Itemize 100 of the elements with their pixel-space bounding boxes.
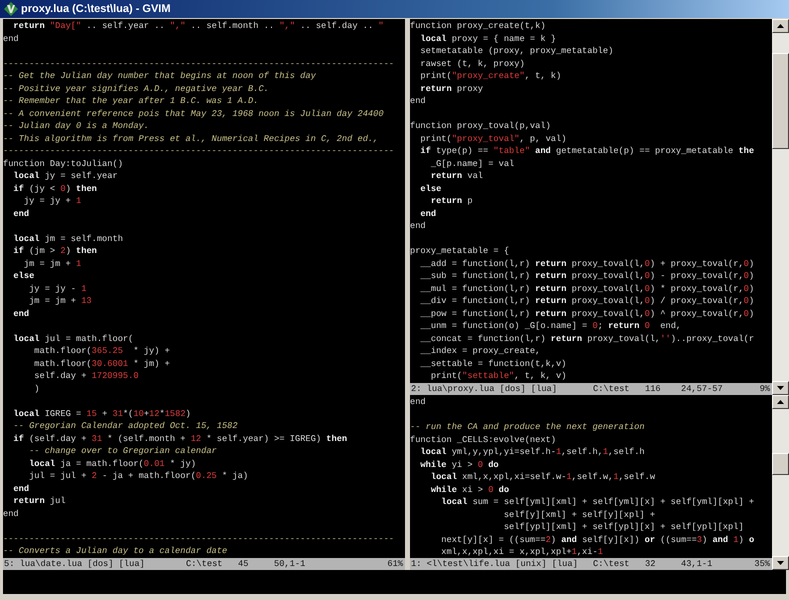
- cursor-position: 43,1-1: [681, 559, 714, 569]
- code-line: end: [410, 95, 426, 108]
- code-line: local sum = self[yml][xml] + self[yml][x] + self[yml][xpl] +: [440, 496, 754, 508]
- code-line: local jm = self.month: [12, 232, 123, 245]
- code-line: -- Remember that the year after 1 B.C. was 1 A.D.: [3, 95, 258, 108]
- code-line: while xi > 0 do: [430, 484, 510, 496]
- code-line: function proxy_create(t,k): [410, 20, 546, 32]
- code-line: print("proxy_create", t, k): [419, 70, 562, 82]
- code-line: while yi > 0 do: [419, 458, 499, 471]
- code-line: math.floor(365.25 * jy) +: [33, 345, 170, 358]
- scroll-percent: 35%: [754, 559, 771, 569]
- code-line: end: [3, 508, 19, 520]
- code-line: return "Day[" .. self.year .. "," .. self.month .. "," .. self.day .. ": [12, 20, 384, 32]
- code-line: jm = jm + 1: [22, 258, 82, 270]
- scroll-up-button[interactable]: [772, 19, 789, 33]
- code-line: local ja = math.floor(0.01 * jy): [28, 458, 196, 470]
- code-line: -- Gregorian Calendar adopted Oct. 15, 1582: [12, 420, 238, 432]
- code-line: __pow = function(l,r) return proxy_toval(l,0) ^ proxy_toval(r,0): [419, 308, 754, 320]
- code-line: ---------------------------------------------------------------------------: [3, 58, 394, 70]
- code-line: self.day + 1720995.0: [33, 370, 139, 382]
- code-line: jy = jy + 1: [22, 195, 82, 208]
- scroll-down-button[interactable]: [772, 556, 789, 570]
- code-line: next[y][x] = ((sum==2) and self[y][x]) or ((sum==3) and 1) o: [440, 534, 754, 546]
- code-line: ---------------------------------------------------------------------------: [3, 145, 394, 158]
- code-line: jul = jul + 2 - ja + math.floor(0.25 * ja): [28, 470, 248, 482]
- scroll-percent: 61%: [387, 559, 404, 569]
- scroll-up-button[interactable]: [772, 395, 789, 409]
- code-line: end: [12, 308, 30, 320]
- code-line: __add = function(l,r) return proxy_toval(l,0) + proxy_toval(r,0): [419, 258, 754, 270]
- code-line: __index = proxy_create,: [419, 345, 540, 358]
- code-line: if (jy < 0) then: [12, 182, 97, 195]
- code-line: __settable = function(t,k,v): [419, 358, 566, 370]
- code-line: print("settable", t, k, v): [430, 370, 566, 382]
- file-name: 1: <l\test\life.lua [unix] [lua]: [411, 559, 579, 569]
- scrollbar-thumb[interactable]: [772, 53, 789, 149]
- code-line: -- change over to Gregorian calendar: [28, 445, 217, 458]
- code-line: xml,x,xpl,xi = x,xpl,xpl+1,xi-1: [440, 546, 603, 558]
- code-line: else: [12, 270, 34, 282]
- app-icon: [4, 2, 18, 16]
- code-line: self[ypl][xml] + self[ypl][x] + self[ypl][xpl]: [502, 521, 744, 534]
- code-line: -- Julian day 0 is a Monday.: [3, 120, 149, 132]
- up-arrow-icon: [777, 400, 784, 404]
- code-line: _G[p.name] = val: [430, 158, 514, 170]
- file-name: 5: lua\date.lua [dos] [lua]: [4, 559, 146, 569]
- code-line: -- Converts a Julian day to a calendar date: [3, 545, 228, 558]
- code-line: end: [12, 208, 30, 220]
- code-line: if (self.day + 31 * (self.month + 12 * self.year) >= IGREG) then: [12, 432, 348, 445]
- code-line: __div = function(l,r) return proxy_toval(l,0) / proxy_toval(r,0): [419, 295, 754, 308]
- code-line: else: [419, 182, 442, 195]
- scroll-percent: 9%: [760, 384, 771, 394]
- code-line: if type(p) == "table" and getmetatable(p) == proxy_metatable the: [419, 145, 754, 158]
- code-line: return val: [430, 170, 483, 182]
- code-line: end: [410, 396, 426, 408]
- line-count: 32: [645, 559, 656, 569]
- cursor-position: 50,1-1: [274, 559, 306, 569]
- code-line: ): [33, 382, 40, 395]
- code-line: local proxy = { name = k }: [419, 32, 556, 45]
- code-line: rawset (t, k, proxy): [419, 58, 525, 70]
- line-count: 45: [238, 559, 250, 569]
- code-line: __concat = function(l,r) return proxy_toval(l,'')..proxy_toval(r: [419, 332, 754, 345]
- code-line: function Day:toJulian(): [3, 158, 123, 170]
- code-line: return proxy: [419, 82, 483, 95]
- code-line: return p: [430, 195, 473, 208]
- code-line: __unm = function(o) _G[o.name] = 0; return 0 end,: [419, 320, 682, 332]
- up-arrow-icon: [777, 24, 784, 28]
- code-line: -- run the CA and produce the next generation: [410, 421, 645, 434]
- code-line: ---------------------------------------------------------------------------: [3, 532, 394, 545]
- scroll-down-button[interactable]: [772, 381, 789, 395]
- window-title: proxy.lua (C:\test\lua) - GVIM: [21, 3, 171, 15]
- code-line: function _CELLS:evolve(next): [410, 434, 556, 446]
- code-line: return jul: [12, 495, 66, 508]
- down-arrow-icon: [777, 561, 784, 565]
- code-line: jy = jy - 1: [28, 282, 86, 295]
- code-line: end: [419, 208, 436, 220]
- down-arrow-icon: [777, 386, 784, 390]
- code-line: function proxy_toval(p,val): [410, 120, 551, 132]
- code-line: math.floor(30.6001 * jm) +: [33, 358, 170, 370]
- code-line: local xml,x,xpl,xi=self.w-1,self.w,1,self.w: [430, 471, 656, 484]
- scrollbar-thumb[interactable]: [772, 453, 789, 475]
- code-line: -- This algorithm is from Press et al., Numerical Recipes in C, 2nd ed.,: [3, 132, 378, 145]
- code-line: local yml,y,ypl,yi=self.h-1,self.h,1,self.h: [419, 446, 645, 458]
- code-line: -- Get the Julian day number that begins at noon of this day: [3, 70, 316, 82]
- directory: C:\test: [593, 559, 630, 569]
- code-line: -- Positive year signifies A.D., negative year B.C.: [3, 82, 269, 95]
- code-line: end: [410, 220, 426, 232]
- code-line: __mul = function(l,r) return proxy_toval(l,0) * proxy_toval(r,0): [419, 282, 754, 295]
- code-line: print("proxy_toval", p, val): [419, 132, 566, 145]
- code-line: __sub = function(l,r) return proxy_toval(l,0) - proxy_toval(r,0): [419, 270, 754, 282]
- file-name: 2: lua\proxy.lua [dos] [lua]: [411, 384, 558, 394]
- code-line: proxy_metatable = {: [410, 245, 510, 258]
- code-line: end: [3, 32, 19, 45]
- code-line: local IGREG = 15 + 31*(10+12*1582): [12, 408, 191, 420]
- code-line: -- A convenient reference pois that May 23, 1968 noon is Julian day 24400: [3, 108, 384, 120]
- code-line: jm = jm + 13: [28, 295, 92, 308]
- directory: C:\test: [186, 559, 224, 569]
- code-line: if (jm > 2) then: [12, 245, 97, 258]
- code-line: self[y][xml] + self[y][xpl] +: [502, 508, 656, 521]
- code-line: setmetatable (proxy, proxy_metatable): [419, 45, 614, 58]
- line-count: 116: [645, 384, 662, 394]
- code-line: local jul = math.floor(: [12, 332, 134, 345]
